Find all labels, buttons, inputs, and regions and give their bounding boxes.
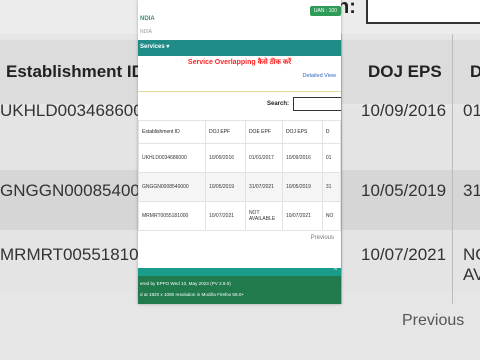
bg-cell: MRMRT0055181000 xyxy=(0,245,158,264)
bg-col-doj-eps: DOJ EPS xyxy=(368,62,442,81)
bg-previous-link: Previous xyxy=(402,312,465,329)
cell-doj-eps: 10/05/2019 xyxy=(281,172,323,202)
service-history-panel: NDIA NDIA UAN : 100 Services ▾ Service O… xyxy=(138,0,341,304)
col-d[interactable]: D xyxy=(321,120,341,144)
bg-cell: 10/07/2021 xyxy=(361,245,447,264)
footer-powered-by: ered by EPFO Wed 10, May 2023 (PV 2.9.0) xyxy=(140,281,231,286)
nav-bar: Services ▾ xyxy=(138,40,341,56)
cell-doj-epf: 10/05/2019 xyxy=(204,172,246,202)
table-row: GNGGN0008540000 10/05/2019 31/07/2021 10… xyxy=(138,172,341,202)
service-history-table: Establishment ID DOJ EPF DOE EPF DOJ EPS… xyxy=(138,120,341,231)
footer-bar: ^ xyxy=(138,268,341,276)
page-heading: Service Overlapping कैसे ठीक करें xyxy=(187,59,292,66)
nav-services-menu[interactable]: Services ▾ xyxy=(140,43,169,50)
bg-cell: UKHLD0034686000 xyxy=(0,101,153,120)
org-name: NDIA xyxy=(140,16,155,22)
bg-search-input xyxy=(366,0,480,24)
cell-establishment-id: GNGGN0008540000 xyxy=(138,172,206,202)
col-establishment-id[interactable]: Establishment ID xyxy=(138,120,206,144)
cell-doe-epf: 01/01/2017 xyxy=(244,143,283,173)
org-subtext: NDIA xyxy=(140,29,152,35)
cell-establishment-id: UKHLD0034686000 xyxy=(138,143,206,173)
bg-col-d: D xyxy=(470,62,480,81)
bg-cell: AV xyxy=(463,265,480,284)
bg-cell: 10/05/2019 xyxy=(361,181,447,200)
header-area: NDIA NDIA UAN : 100 xyxy=(138,0,341,40)
cell-doj-epf: 10/07/2021 xyxy=(204,201,246,231)
search-input[interactable] xyxy=(293,97,341,111)
col-doj-eps[interactable]: DOJ EPS xyxy=(281,120,323,144)
bg-cell: NO xyxy=(463,245,480,264)
bg-col-establishment: Establishment ID xyxy=(6,62,144,81)
previous-page-button[interactable]: Previous xyxy=(311,235,334,241)
cell-doj-epf: 10/09/2016 xyxy=(204,143,246,173)
cell-doj-eps: 10/09/2016 xyxy=(281,143,323,173)
bg-cell: 31 xyxy=(463,181,480,200)
bg-cell: GNGGN0008540000 xyxy=(0,181,159,200)
table-row: MRMRT0055181000 10/07/2021 NOT AVAILABLE… xyxy=(138,201,341,231)
cell-doj-eps: 10/07/2021 xyxy=(281,201,323,231)
footer: ered by EPFO Wed 10, May 2023 (PV 2.9.0)… xyxy=(138,276,341,304)
uan-badge: UAN : 100 xyxy=(309,6,341,16)
bg-cell: 10/09/2016 xyxy=(361,101,447,120)
divider xyxy=(138,91,341,92)
cell-doe-epf: 31/07/2021 xyxy=(244,172,283,202)
cell-d: NO xyxy=(321,201,341,231)
col-doe-epf[interactable]: DOE EPF xyxy=(244,120,283,144)
bg-cell: 01 xyxy=(463,101,480,120)
bg-divider xyxy=(452,34,453,304)
search-label: Search: xyxy=(267,101,290,107)
cell-doe-epf: NOT AVAILABLE xyxy=(244,201,283,231)
col-doj-epf[interactable]: DOJ EPF xyxy=(204,120,246,144)
footer-resolution-note: d at 1920 x 1080 resolution in Mozilla F… xyxy=(140,292,245,297)
scroll-up-icon[interactable]: ^ xyxy=(334,268,337,274)
cell-d: 31 xyxy=(321,172,341,202)
detailed-view-link[interactable]: Detailed View xyxy=(302,73,336,79)
table-header-row: Establishment ID DOJ EPF DOE EPF DOJ EPS… xyxy=(138,120,341,144)
cell-establishment-id: MRMRT0055181000 xyxy=(138,201,206,231)
cell-d: 01 xyxy=(321,143,341,173)
bg-divider xyxy=(341,34,342,304)
table-row: UKHLD0034686000 10/09/2016 01/01/2017 10… xyxy=(138,143,341,173)
